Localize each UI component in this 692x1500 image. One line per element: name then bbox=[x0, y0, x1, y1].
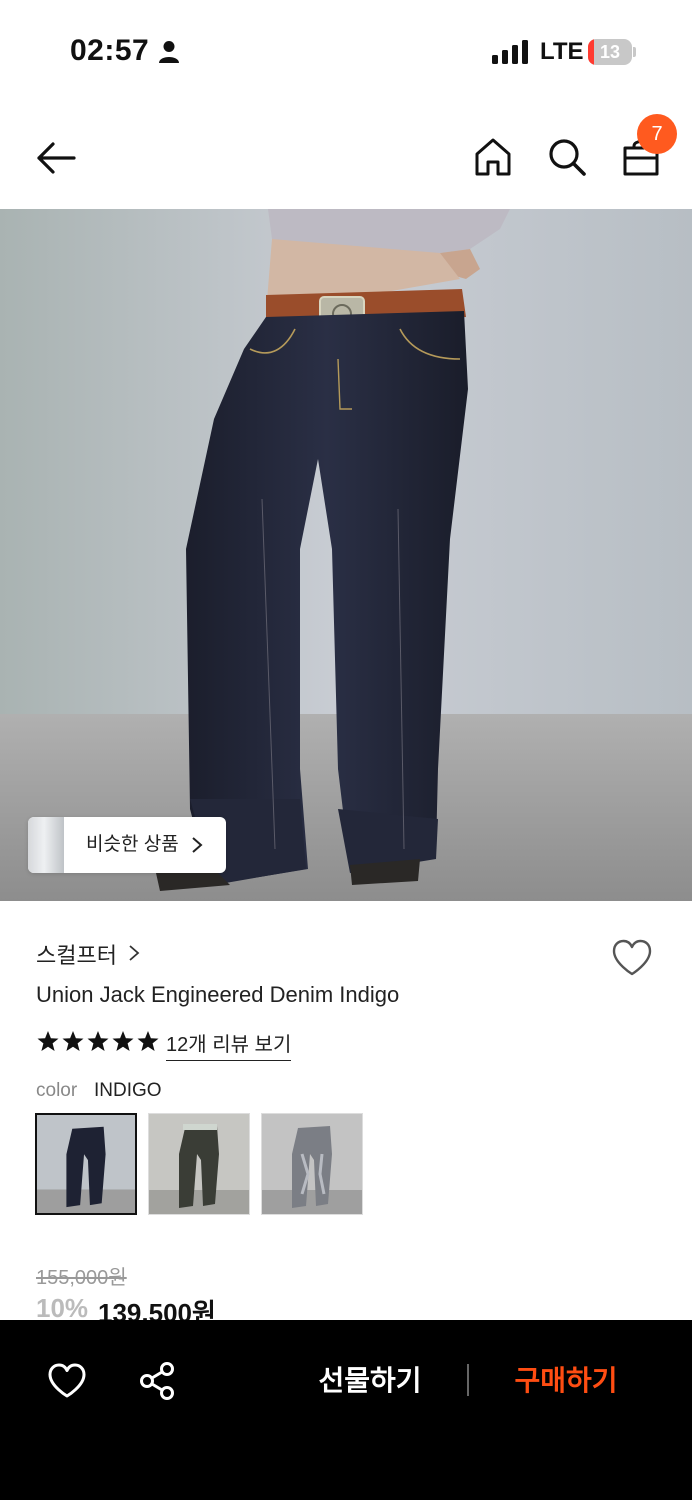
star-icon bbox=[87, 1031, 109, 1051]
color-swatch-indigo[interactable] bbox=[35, 1113, 137, 1215]
status-time: 02:57 bbox=[70, 34, 150, 67]
color-swatch-3[interactable] bbox=[261, 1113, 363, 1215]
network-type: LTE bbox=[540, 38, 584, 65]
back-arrow-icon[interactable] bbox=[34, 138, 78, 178]
chevron-right-icon[interactable] bbox=[128, 944, 140, 962]
bottom-action-bar: 선물하기 구매하기 bbox=[0, 1320, 692, 1500]
status-bar: 02:57 LTE 13 bbox=[0, 0, 692, 100]
rating-stars bbox=[37, 1031, 159, 1051]
star-icon bbox=[137, 1031, 159, 1051]
star-icon bbox=[37, 1031, 59, 1051]
product-photo bbox=[0, 209, 692, 901]
battery-icon: 13 bbox=[588, 39, 636, 65]
gift-button[interactable]: 선물하기 bbox=[300, 1356, 440, 1406]
similar-product-thumbnail bbox=[28, 817, 64, 873]
color-swatch-2[interactable] bbox=[148, 1113, 250, 1215]
top-nav: 7 bbox=[0, 110, 692, 206]
product-image[interactable]: 비슷한 상품 bbox=[0, 209, 692, 901]
similar-products-button[interactable]: 비슷한 상품 bbox=[28, 817, 226, 873]
similar-products-label: 비슷한 상품 bbox=[86, 834, 179, 855]
signal-icon bbox=[492, 40, 528, 64]
star-icon bbox=[62, 1031, 84, 1051]
wishlist-heart-icon[interactable] bbox=[611, 938, 653, 978]
share-icon[interactable] bbox=[138, 1361, 176, 1401]
color-value: INDIGO bbox=[94, 1080, 162, 1101]
buy-button[interactable]: 구매하기 bbox=[496, 1356, 636, 1406]
cart-count-badge[interactable]: 7 bbox=[637, 114, 677, 154]
brand-link[interactable]: 스컬프터 bbox=[36, 938, 117, 968]
star-icon bbox=[112, 1031, 134, 1051]
product-name: Union Jack Engineered Denim Indigo bbox=[36, 982, 400, 1007]
battery-level: 13 bbox=[599, 42, 621, 62]
color-label: color bbox=[36, 1080, 78, 1101]
divider bbox=[467, 1364, 469, 1396]
person-icon bbox=[159, 41, 179, 63]
chevron-right-icon bbox=[192, 837, 203, 853]
home-icon[interactable] bbox=[472, 136, 514, 178]
review-link[interactable]: 12개 리뷰 보기 bbox=[166, 1028, 292, 1061]
original-price: 155,000원 bbox=[36, 1267, 127, 1289]
heart-icon[interactable] bbox=[47, 1362, 87, 1400]
search-icon[interactable] bbox=[546, 136, 588, 178]
